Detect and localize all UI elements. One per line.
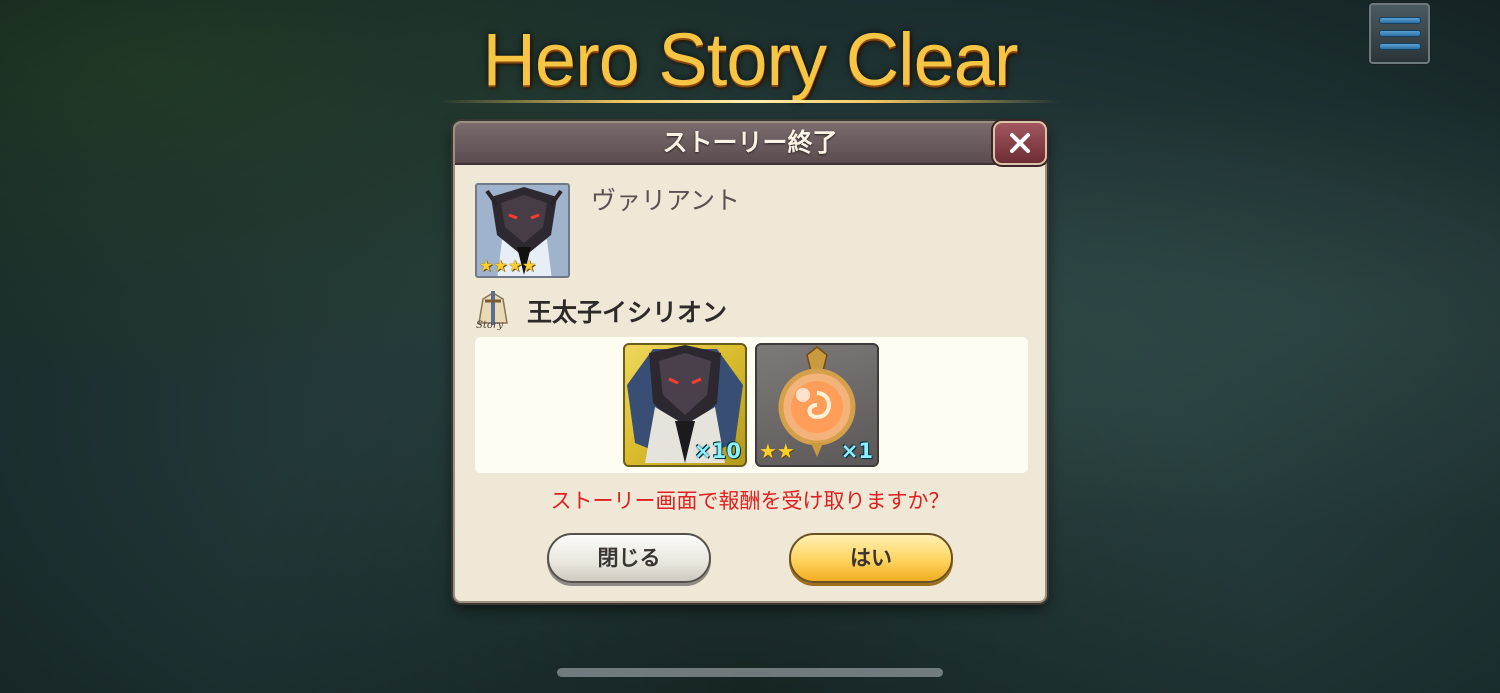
hero-story-clear-banner: Hero Story Clear (440, 18, 1060, 108)
hamburger-menu-icon-bar (1378, 43, 1421, 50)
home-indicator[interactable] (557, 668, 943, 677)
dialog-header: ストーリー終了 (455, 123, 1045, 165)
reward-quantity: ×1 (840, 439, 873, 463)
hero-name: ヴァリアント (591, 186, 741, 215)
story-icon: Story (473, 289, 513, 331)
receive-reward-question: ストーリー画面で報酬を受け取りますか？ (550, 489, 950, 513)
dialog-title: ストーリー終了 (662, 128, 838, 157)
hamburger-menu-icon (1378, 17, 1421, 24)
yes-button[interactable]: はい (789, 533, 953, 583)
story-title: 王太子イシリオン (527, 298, 728, 327)
banner-title: Hero Story Clear (482, 18, 1018, 101)
hero-rarity-stars: ★★★★ (479, 256, 537, 275)
close-button[interactable] (993, 121, 1047, 165)
reward-quantity: ×10 (694, 439, 741, 463)
reward-panel: ×10 ★★ ×1 (475, 337, 1028, 473)
story-icon-label: Story (476, 320, 504, 331)
reward-orb[interactable]: ★★ ×1 (755, 343, 879, 467)
reward-rarity-stars: ★★ (759, 439, 795, 463)
story-complete-dialog: ストーリー終了 ★★★★ ヴァリアント Story 王太子イシリオン ×10 ★… (453, 121, 1047, 603)
banner-divider (440, 100, 1060, 103)
hamburger-menu-icon-bar (1378, 30, 1421, 37)
reward-hero-shard[interactable]: ×10 (623, 343, 747, 467)
close-dialog-button[interactable]: 閉じる (547, 533, 711, 583)
hamburger-menu-button[interactable] (1369, 3, 1430, 64)
hero-portrait[interactable]: ★★★★ (475, 183, 570, 278)
close-icon (1010, 133, 1030, 153)
